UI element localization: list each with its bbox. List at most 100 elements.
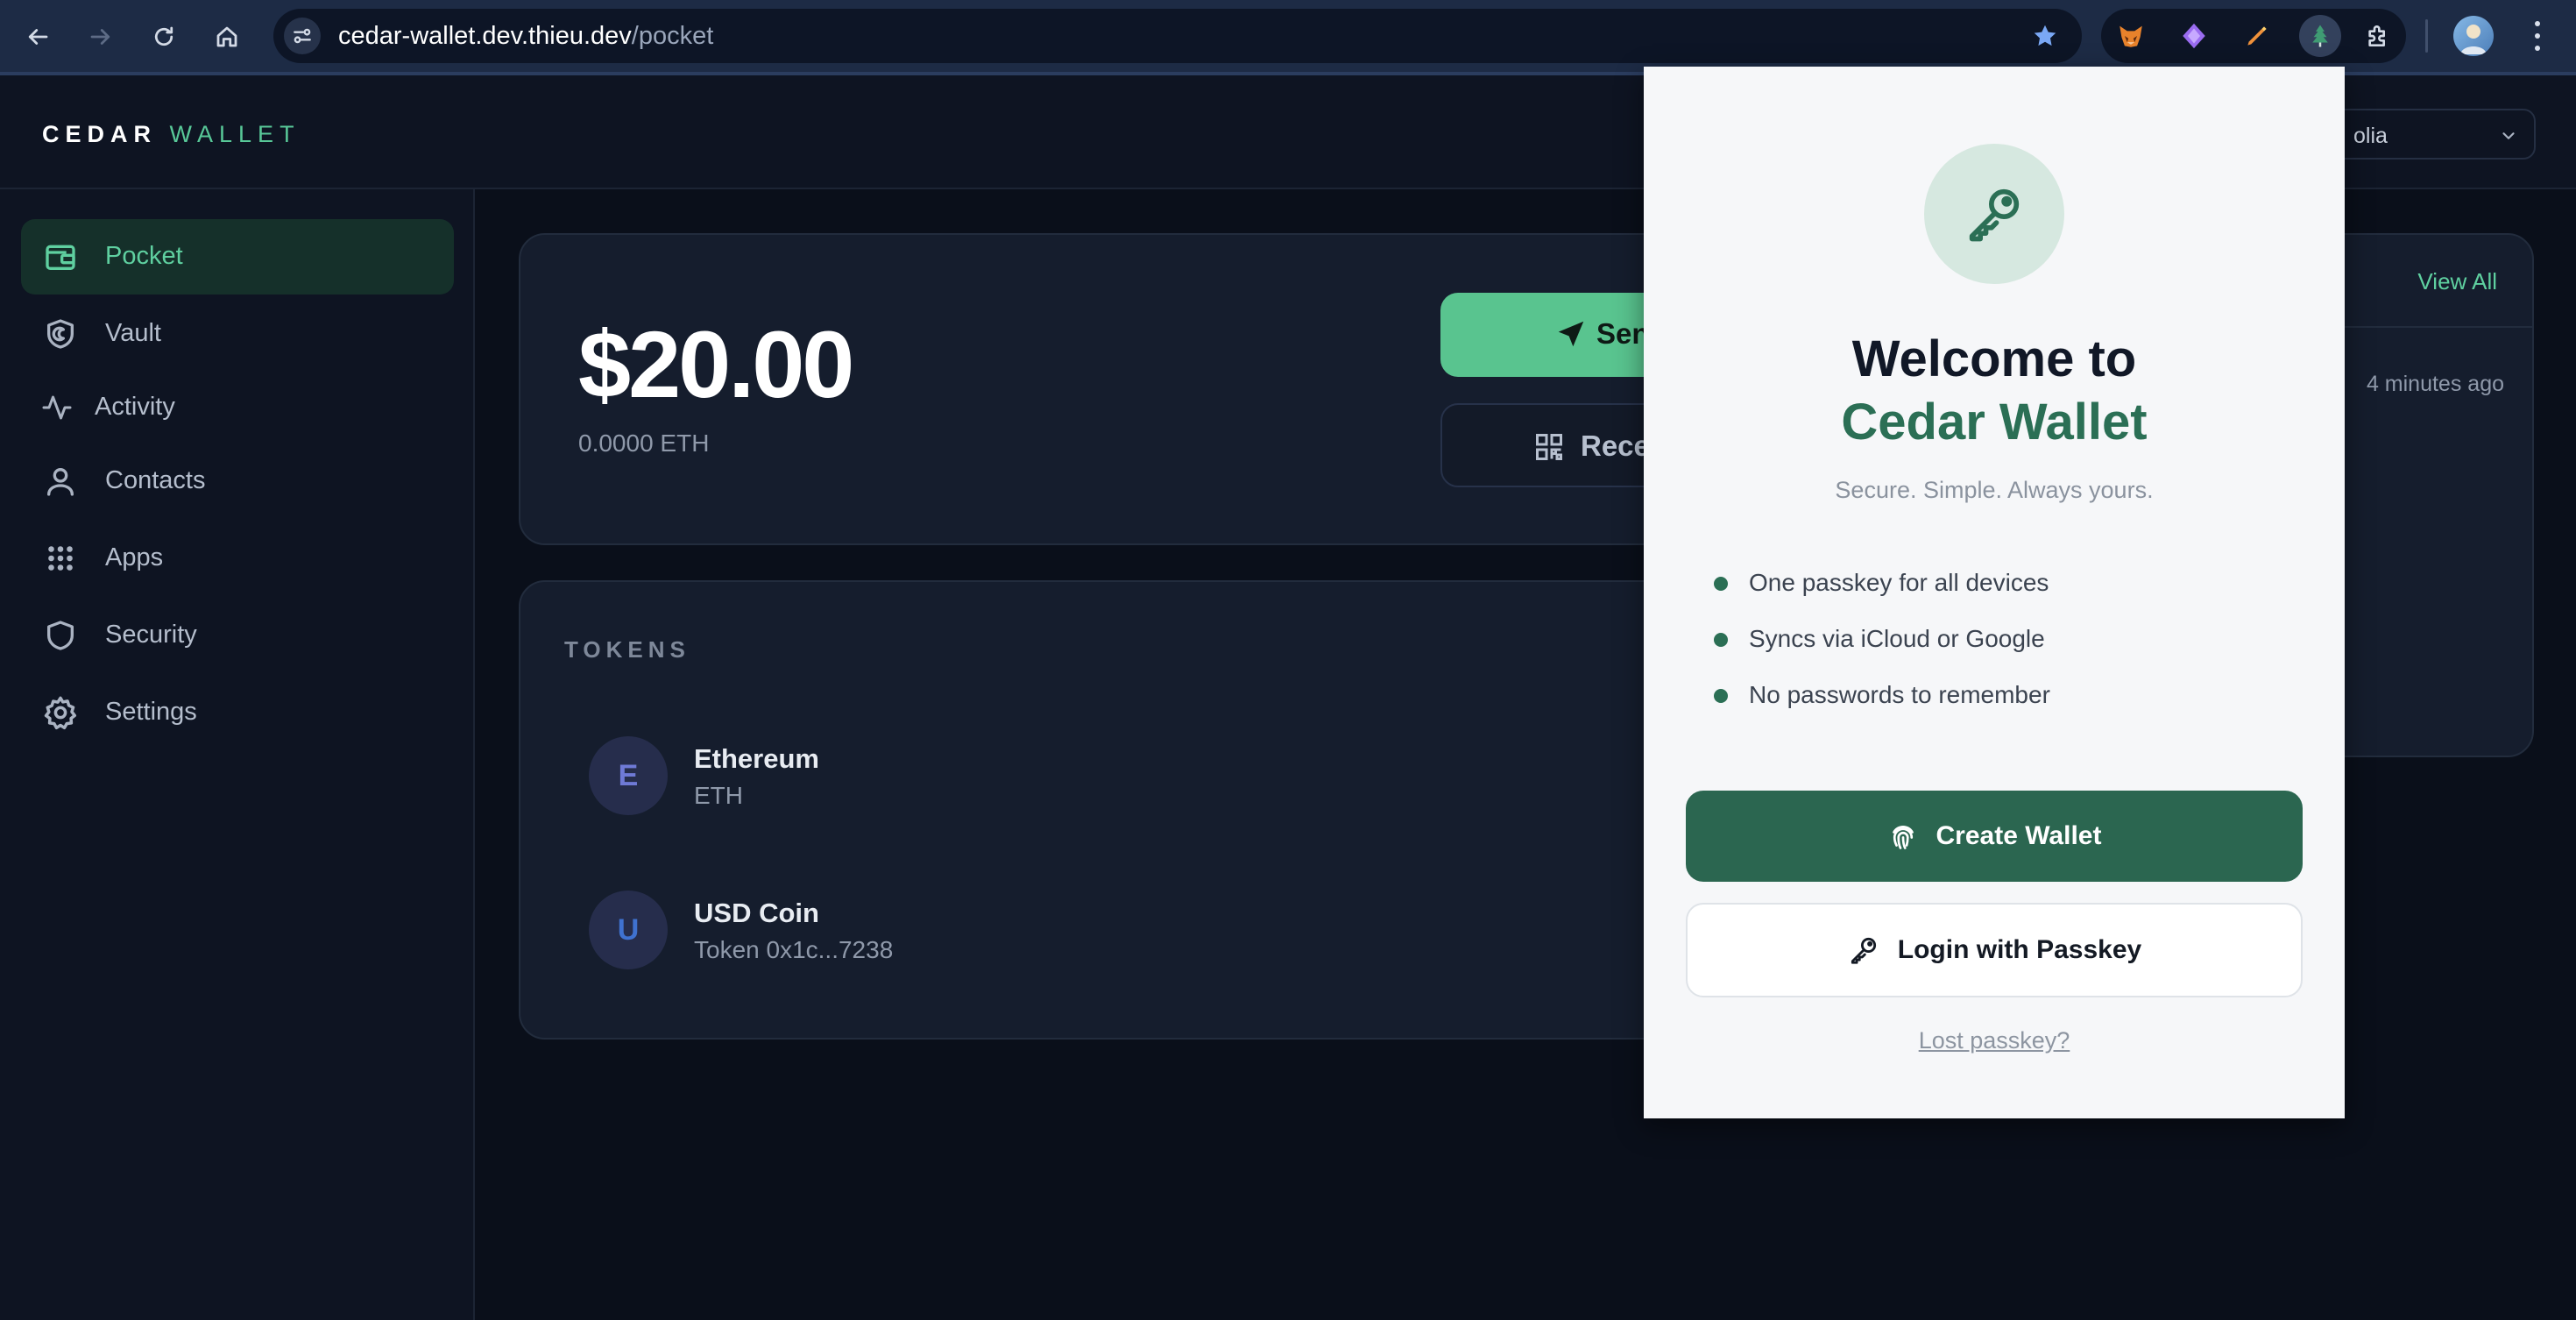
extensions-bar [2101,9,2406,63]
sidebar-item-settings[interactable]: Settings [21,675,454,750]
sidebar-item-security[interactable]: Security [21,598,454,673]
home-icon [216,26,237,47]
sidebar-item-pocket[interactable]: Pocket [21,219,454,295]
token-symbol: ETH [694,782,743,809]
balance-card: $20.00 0.0000 ETH Sen Rece [519,233,1815,545]
star-icon [2034,25,2056,46]
pen-extension-icon [2247,26,2267,46]
feature-text: One passkey for all devices [1749,569,2049,596]
profile-avatar[interactable] [2453,16,2494,56]
shield-icon [42,617,79,654]
feature-text: Syncs via iCloud or Google [1749,625,2045,652]
feature-item: No passwords to remember [1714,677,2275,712]
login-passkey-label: Login with Passkey [1897,935,2142,964]
sidebar-item-label: Pocket [105,242,183,270]
feature-item: One passkey for all devices [1714,564,2275,600]
fingerprint-icon [1892,826,1914,849]
diamond-extension-button[interactable] [2173,15,2215,57]
key-icon [1969,188,2020,242]
token-address: Token 0x1c...7238 [694,936,894,963]
chevron-down-icon [2502,132,2515,139]
url-path: /pocket [631,22,714,50]
sidebar-item-label: Apps [105,543,164,571]
send-arrow-icon [1558,321,1584,347]
vault-shield-icon [42,316,79,352]
fox-extension-icon [2120,25,2142,47]
sidebar-item-label: Vault [105,319,161,347]
key-badge [1924,144,2064,284]
bullet-dot [1714,689,1728,703]
app-logo[interactable]: CEDAR WALLET [42,121,301,148]
home-button[interactable] [207,17,247,57]
url-text: cedar-wallet.dev.thieu.dev/pocket [338,22,713,50]
send-label: Sen [1596,317,1650,350]
reload-button[interactable] [144,17,184,57]
toolbar-separator [2425,19,2428,53]
token-row[interactable]: U USD Coin Token 0x1c...7238 [589,891,1728,978]
login-passkey-content: Login with Passkey [1688,905,2301,996]
browser-menu-button[interactable] [2529,18,2546,54]
site-settings-button[interactable] [284,18,321,54]
activity-timestamp: 4 minutes ago [2366,372,2504,396]
brand-heading: Cedar Wallet [1841,394,2148,451]
balance-usd: $20.00 [578,311,854,417]
cedar-wallet-extension-button[interactable] [2299,15,2341,57]
profile-icon [2460,25,2487,54]
token-avatar: U [589,891,668,969]
sidebar-item-vault[interactable]: Vault [21,296,454,372]
forward-button[interactable] [81,17,121,57]
contacts-icon [42,463,79,500]
key-icon [1851,937,1876,964]
sidebar-item-label: Settings [105,698,197,726]
sidebar-item-activity[interactable]: Activity [21,370,454,445]
back-arrow-icon [28,29,48,45]
token-name: Ethereum [694,743,819,774]
welcome-heading: Welcome to [1851,330,2137,387]
receive-label: Rece [1581,429,1650,462]
puzzle-extensions-icon [2368,25,2385,46]
lost-passkey-link[interactable]: Lost passkey? [1644,1027,2345,1054]
sidebar-item-label: Activity [95,393,175,421]
cedar-wallet-popup: Welcome to Cedar Wallet Secure. Simple. … [1644,67,2345,1118]
forward-arrow-icon [90,29,110,45]
token-row[interactable]: E Ethereum ETH [589,736,1728,824]
pen-extension-button[interactable] [2236,15,2278,57]
gear-icon [42,694,79,731]
sidebar: Pocket Vault Activity Contacts Apps Secu… [0,189,475,1320]
sidebar-item-label: Security [105,621,197,649]
url-host: cedar-wallet.dev.thieu.dev [338,22,632,50]
bookmark-button[interactable] [2031,22,2059,50]
tokens-title: TOKENS [564,636,690,663]
balance-eth: 0.0000 ETH [578,429,710,457]
tokens-card: TOKENS E Ethereum ETH U USD Coin Token 0… [519,580,1815,1040]
fox-extension-button[interactable] [2110,15,2152,57]
bullet-dot [1714,633,1728,647]
diamond-extension-icon [2183,23,2205,49]
token-avatar: E [589,736,668,815]
activity-icon [39,389,75,426]
browser-toolbar: cedar-wallet.dev.thieu.dev/pocket [0,0,2576,72]
cedar-tree-extension-icon [2312,25,2328,47]
view-all-link[interactable]: View All [2417,268,2497,295]
create-wallet-button[interactable]: Create Wallet [1686,791,2303,882]
wallet-icon [42,238,79,275]
qr-code-icon [1536,434,1562,460]
feature-text: No passwords to remember [1749,681,2050,708]
tagline: Secure. Simple. Always yours. [1835,477,2154,503]
token-name: USD Coin [694,898,819,928]
back-button[interactable] [18,17,58,57]
create-wallet-label: Create Wallet [1936,821,2102,850]
sidebar-item-apps[interactable]: Apps [21,521,454,596]
sidebar-item-label: Contacts [105,466,206,494]
bullet-dot [1714,577,1728,591]
token-initial: U [617,912,640,947]
create-wallet-content: Create Wallet [1686,791,2303,882]
sidebar-item-contacts[interactable]: Contacts [21,444,454,519]
apps-grid-icon [42,540,79,577]
login-passkey-button[interactable]: Login with Passkey [1686,903,2303,997]
extensions-menu-button[interactable] [2357,15,2399,57]
feature-item: Syncs via iCloud or Google [1714,621,2275,656]
address-bar[interactable]: cedar-wallet.dev.thieu.dev/pocket [273,9,2082,63]
network-label: olia [2353,124,2388,148]
tune-icon [294,28,311,44]
